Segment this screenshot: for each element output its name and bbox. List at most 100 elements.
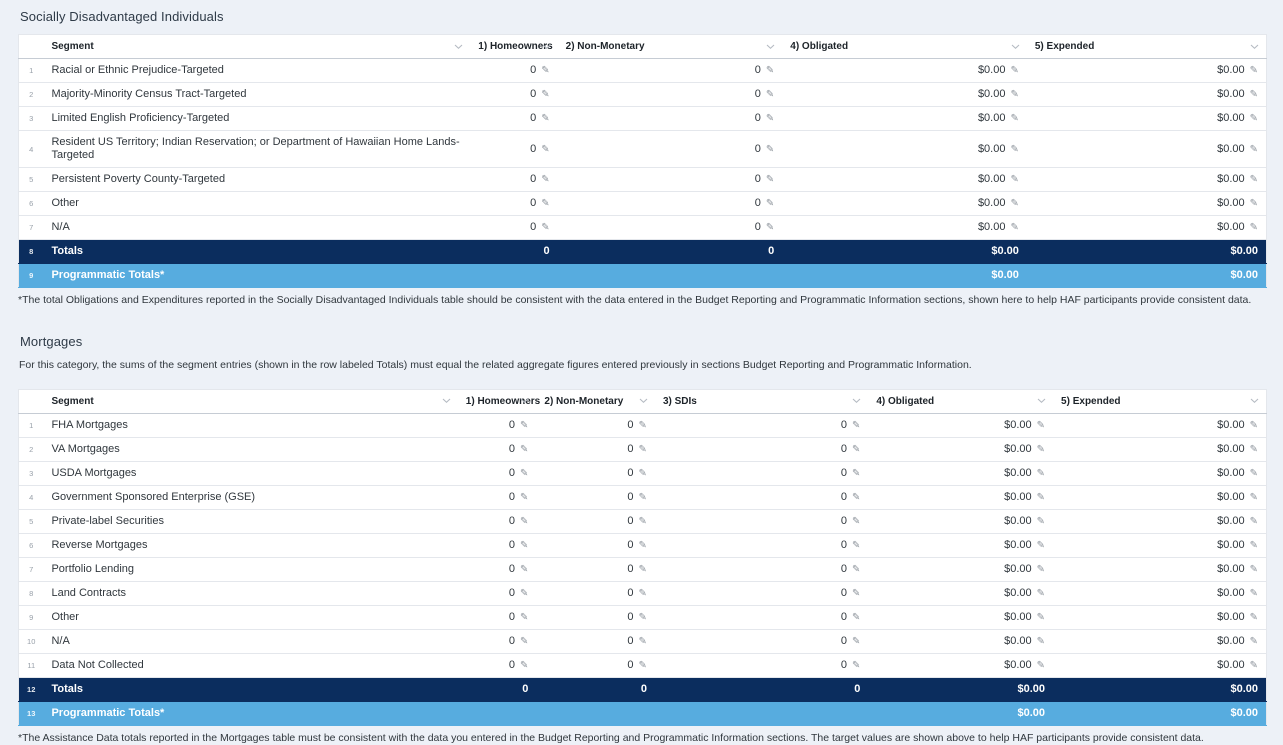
edit-pencil-icon[interactable]: ✎ bbox=[520, 589, 528, 599]
edit-pencil-icon[interactable]: ✎ bbox=[520, 517, 528, 527]
edit-pencil-icon[interactable]: ✎ bbox=[1250, 661, 1258, 671]
editable-value-cell[interactable]: 0✎ bbox=[558, 216, 783, 240]
editable-value-cell[interactable]: 0✎ bbox=[655, 653, 868, 677]
editable-value-cell[interactable]: 0✎ bbox=[470, 59, 557, 83]
editable-value-cell[interactable]: 0✎ bbox=[655, 581, 868, 605]
editable-value-cell[interactable]: 0✎ bbox=[655, 629, 868, 653]
edit-pencil-icon[interactable]: ✎ bbox=[852, 517, 860, 527]
edit-pencil-icon[interactable]: ✎ bbox=[639, 589, 647, 599]
editable-value-cell[interactable]: 0✎ bbox=[458, 437, 537, 461]
editable-value-cell[interactable]: $0.00✎ bbox=[1053, 461, 1266, 485]
editable-value-cell[interactable]: $0.00✎ bbox=[868, 581, 1053, 605]
edit-pencil-icon[interactable]: ✎ bbox=[639, 421, 647, 431]
edit-pencil-icon[interactable]: ✎ bbox=[1250, 589, 1258, 599]
editable-value-cell[interactable]: 0✎ bbox=[536, 437, 655, 461]
editable-value-cell[interactable]: 0✎ bbox=[470, 192, 557, 216]
edit-pencil-icon[interactable]: ✎ bbox=[1010, 223, 1018, 233]
edit-pencil-icon[interactable]: ✎ bbox=[1037, 541, 1045, 551]
editable-value-cell[interactable]: 0✎ bbox=[458, 557, 537, 581]
edit-pencil-icon[interactable]: ✎ bbox=[541, 66, 549, 76]
editable-value-cell[interactable]: 0✎ bbox=[470, 168, 557, 192]
editable-value-cell[interactable]: $0.00✎ bbox=[782, 107, 1027, 131]
edit-pencil-icon[interactable]: ✎ bbox=[520, 565, 528, 575]
editable-value-cell[interactable]: 0✎ bbox=[458, 629, 537, 653]
column-header-4[interactable]: 5) Expended bbox=[1027, 35, 1267, 59]
editable-value-cell[interactable]: $0.00✎ bbox=[1027, 131, 1267, 168]
editable-value-cell[interactable]: $0.00✎ bbox=[1027, 107, 1267, 131]
editable-value-cell[interactable]: 0✎ bbox=[458, 461, 537, 485]
editable-value-cell[interactable]: 0✎ bbox=[655, 437, 868, 461]
editable-value-cell[interactable]: 0✎ bbox=[558, 168, 783, 192]
edit-pencil-icon[interactable]: ✎ bbox=[1037, 469, 1045, 479]
editable-value-cell[interactable]: 0✎ bbox=[536, 461, 655, 485]
editable-value-cell[interactable]: 0✎ bbox=[536, 653, 655, 677]
edit-pencil-icon[interactable]: ✎ bbox=[852, 469, 860, 479]
editable-value-cell[interactable]: $0.00✎ bbox=[868, 413, 1053, 437]
editable-value-cell[interactable]: $0.00✎ bbox=[782, 192, 1027, 216]
edit-pencil-icon[interactable]: ✎ bbox=[1037, 637, 1045, 647]
editable-value-cell[interactable]: 0✎ bbox=[655, 461, 868, 485]
editable-value-cell[interactable]: $0.00✎ bbox=[868, 509, 1053, 533]
editable-value-cell[interactable]: $0.00✎ bbox=[868, 485, 1053, 509]
editable-value-cell[interactable]: 0✎ bbox=[458, 413, 537, 437]
edit-pencil-icon[interactable]: ✎ bbox=[1037, 613, 1045, 623]
editable-value-cell[interactable]: $0.00✎ bbox=[1053, 557, 1266, 581]
edit-pencil-icon[interactable]: ✎ bbox=[766, 223, 774, 233]
edit-pencil-icon[interactable]: ✎ bbox=[639, 541, 647, 551]
edit-pencil-icon[interactable]: ✎ bbox=[1010, 199, 1018, 209]
editable-value-cell[interactable]: $0.00✎ bbox=[1053, 605, 1266, 629]
edit-pencil-icon[interactable]: ✎ bbox=[1037, 589, 1045, 599]
edit-pencil-icon[interactable]: ✎ bbox=[766, 145, 774, 155]
editable-value-cell[interactable]: $0.00✎ bbox=[1053, 413, 1266, 437]
column-header-4[interactable]: 4) Obligated bbox=[868, 389, 1053, 413]
editable-value-cell[interactable]: 0✎ bbox=[558, 83, 783, 107]
edit-pencil-icon[interactable]: ✎ bbox=[520, 637, 528, 647]
edit-pencil-icon[interactable]: ✎ bbox=[1250, 199, 1258, 209]
editable-value-cell[interactable]: $0.00✎ bbox=[868, 557, 1053, 581]
editable-value-cell[interactable]: $0.00✎ bbox=[1053, 653, 1266, 677]
editable-value-cell[interactable]: $0.00✎ bbox=[1027, 192, 1267, 216]
edit-pencil-icon[interactable]: ✎ bbox=[1037, 421, 1045, 431]
edit-pencil-icon[interactable]: ✎ bbox=[852, 541, 860, 551]
column-header-1[interactable]: 1) Homeowners bbox=[470, 35, 557, 59]
edit-pencil-icon[interactable]: ✎ bbox=[1010, 175, 1018, 185]
edit-pencil-icon[interactable]: ✎ bbox=[1250, 421, 1258, 431]
edit-pencil-icon[interactable]: ✎ bbox=[1250, 445, 1258, 455]
editable-value-cell[interactable]: 0✎ bbox=[458, 605, 537, 629]
edit-pencil-icon[interactable]: ✎ bbox=[766, 90, 774, 100]
edit-pencil-icon[interactable]: ✎ bbox=[1250, 637, 1258, 647]
edit-pencil-icon[interactable]: ✎ bbox=[639, 493, 647, 503]
editable-value-cell[interactable]: 0✎ bbox=[558, 192, 783, 216]
edit-pencil-icon[interactable]: ✎ bbox=[1037, 517, 1045, 527]
edit-pencil-icon[interactable]: ✎ bbox=[520, 661, 528, 671]
edit-pencil-icon[interactable]: ✎ bbox=[766, 199, 774, 209]
edit-pencil-icon[interactable]: ✎ bbox=[639, 517, 647, 527]
edit-pencil-icon[interactable]: ✎ bbox=[520, 421, 528, 431]
edit-pencil-icon[interactable]: ✎ bbox=[639, 637, 647, 647]
column-header-5[interactable]: 5) Expended bbox=[1053, 389, 1266, 413]
edit-pencil-icon[interactable]: ✎ bbox=[1037, 661, 1045, 671]
editable-value-cell[interactable]: $0.00✎ bbox=[1027, 83, 1267, 107]
editable-value-cell[interactable]: 0✎ bbox=[470, 107, 557, 131]
editable-value-cell[interactable]: $0.00✎ bbox=[868, 605, 1053, 629]
editable-value-cell[interactable]: 0✎ bbox=[470, 216, 557, 240]
edit-pencil-icon[interactable]: ✎ bbox=[766, 114, 774, 124]
edit-pencil-icon[interactable]: ✎ bbox=[852, 565, 860, 575]
column-header-1[interactable]: 1) Homeowners bbox=[458, 389, 537, 413]
edit-pencil-icon[interactable]: ✎ bbox=[1010, 114, 1018, 124]
editable-value-cell[interactable]: 0✎ bbox=[470, 83, 557, 107]
edit-pencil-icon[interactable]: ✎ bbox=[639, 613, 647, 623]
column-header-3[interactable]: 3) SDIs bbox=[655, 389, 868, 413]
edit-pencil-icon[interactable]: ✎ bbox=[639, 565, 647, 575]
editable-value-cell[interactable]: 0✎ bbox=[536, 533, 655, 557]
edit-pencil-icon[interactable]: ✎ bbox=[1010, 90, 1018, 100]
editable-value-cell[interactable]: $0.00✎ bbox=[782, 131, 1027, 168]
editable-value-cell[interactable]: 0✎ bbox=[655, 533, 868, 557]
column-header-2[interactable]: 2) Non-Monetary bbox=[536, 389, 655, 413]
editable-value-cell[interactable]: 0✎ bbox=[536, 509, 655, 533]
edit-pencil-icon[interactable]: ✎ bbox=[1250, 493, 1258, 503]
edit-pencil-icon[interactable]: ✎ bbox=[1250, 541, 1258, 551]
editable-value-cell[interactable]: 0✎ bbox=[558, 107, 783, 131]
column-header-2[interactable]: 2) Non-Monetary bbox=[558, 35, 783, 59]
editable-value-cell[interactable]: 0✎ bbox=[655, 557, 868, 581]
